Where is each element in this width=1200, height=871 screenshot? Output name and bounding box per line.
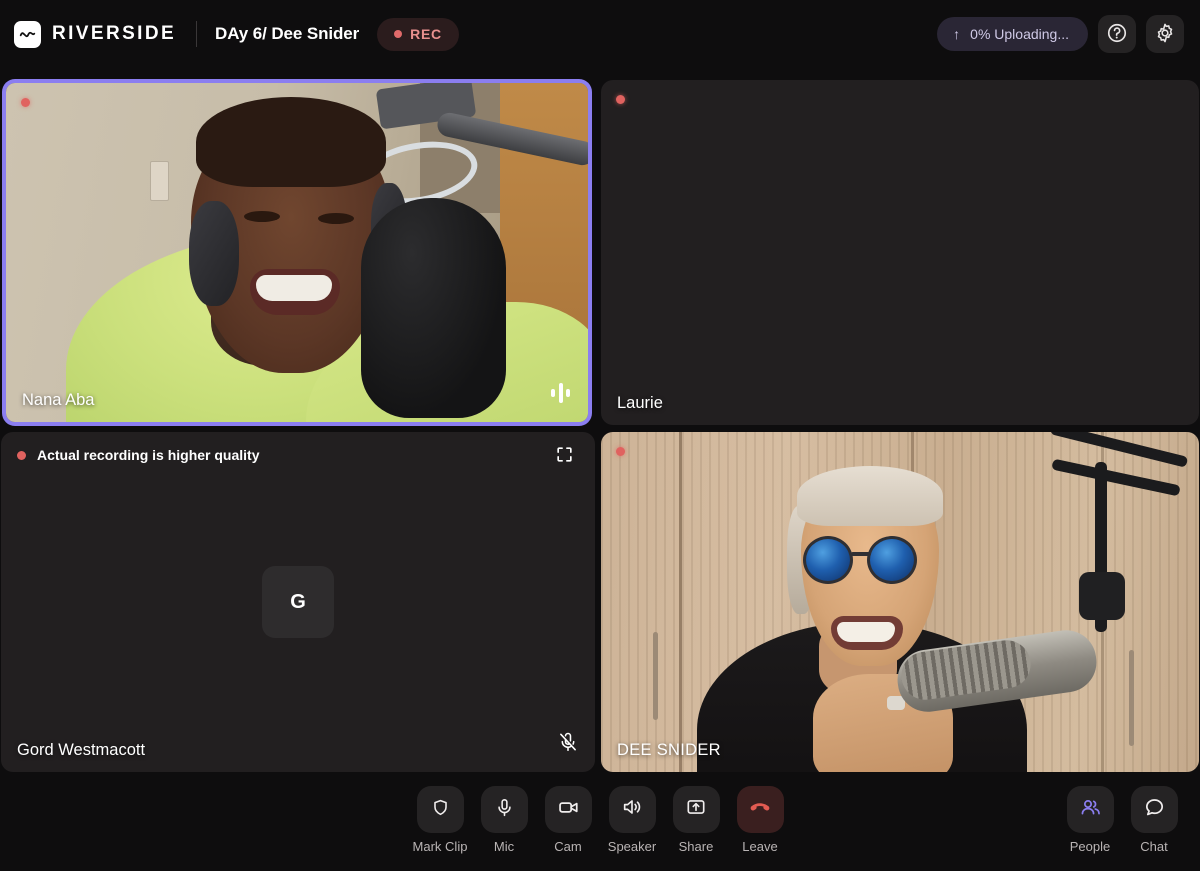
cam-button[interactable]: Cam [540, 786, 596, 854]
people-button[interactable]: People [1062, 786, 1118, 854]
top-bar: RIVERSIDE DAy 6/ Dee Snider REC ↑ 0% Upl… [0, 0, 1200, 68]
top-bar-actions: ↑ 0% Uploading... [937, 15, 1184, 53]
mic-button[interactable]: Mic [476, 786, 532, 854]
recording-status-badge: REC [377, 17, 459, 51]
shield-icon [430, 797, 451, 823]
tile-recording-dot-icon [21, 98, 30, 107]
upload-status-pill[interactable]: ↑ 0% Uploading... [937, 17, 1088, 51]
speaker-button[interactable]: Speaker [604, 786, 660, 854]
settings-button[interactable] [1146, 15, 1184, 53]
chat-bubble-icon [1143, 796, 1166, 824]
fullscreen-expand-icon [555, 445, 574, 469]
participant-tile-laurie[interactable]: Laurie [601, 80, 1199, 425]
avatar: G [262, 566, 334, 638]
tile-recording-dot-icon [616, 95, 625, 104]
control-label: Mic [493, 839, 515, 854]
control-label: Share [678, 839, 714, 854]
tile-recording-dot-icon [17, 450, 26, 460]
help-button[interactable] [1098, 15, 1136, 53]
participant-name-label: Gord Westmacott [17, 741, 146, 759]
recording-quality-text: Actual recording is higher quality [37, 447, 260, 463]
riverside-wave-logo-icon [14, 20, 41, 48]
audio-level-icon [551, 382, 570, 404]
panel-toggles: People Chat [1062, 786, 1182, 854]
bottom-toolbar: Mark Clip Mic Cam Speaker Share Leave Pe… [0, 780, 1200, 871]
mark-clip-button[interactable]: Mark Clip [412, 786, 468, 854]
control-label: Chat [1140, 839, 1168, 854]
control-label: Cam [554, 839, 582, 854]
fullscreen-expand-button[interactable] [551, 444, 577, 470]
video-grid: Nana Aba Laurie Actual recording is high… [0, 68, 1200, 780]
participant-name-label: Nana Aba [22, 391, 95, 409]
recording-dot-icon [394, 30, 403, 38]
control-label: Speaker [607, 839, 657, 854]
video-stream-nana-aba [6, 83, 588, 422]
mic-muted-icon [557, 731, 579, 758]
leave-button[interactable]: Leave [732, 786, 788, 854]
control-label: People [1069, 839, 1111, 854]
brand-logo[interactable]: RIVERSIDE [14, 20, 177, 48]
participant-tile-nana-aba[interactable]: Nana Aba [3, 80, 591, 425]
upload-status-text: 0% Uploading... [970, 26, 1069, 42]
camera-icon [557, 796, 580, 824]
video-stream-dee-snider [601, 432, 1199, 772]
microphone-icon [494, 797, 515, 823]
session-title: DAy 6/ Dee Snider [215, 24, 360, 43]
participant-name-label: DEE SNIDER [617, 741, 721, 759]
participant-name-label: Laurie [617, 394, 663, 412]
help-circle-icon [1106, 22, 1128, 47]
share-screen-icon [685, 796, 707, 823]
participant-tile-dee-snider[interactable]: DEE SNIDER [601, 432, 1199, 772]
chat-button[interactable]: Chat [1126, 786, 1182, 854]
speaker-icon [621, 796, 643, 823]
control-label: Leave [742, 839, 778, 854]
brand-name: RIVERSIDE [52, 23, 177, 44]
hangup-phone-icon [748, 795, 772, 824]
participant-tile-gord-westmacott[interactable]: Actual recording is higher quality G Gor… [1, 432, 595, 772]
upload-arrow-icon: ↑ [953, 26, 961, 42]
control-label: Mark Clip [412, 839, 468, 854]
call-controls: Mark Clip Mic Cam Speaker Share Leave [412, 786, 788, 854]
people-icon [1079, 796, 1102, 824]
recording-quality-note: Actual recording is higher quality [17, 447, 259, 463]
tile-recording-dot-icon [616, 447, 625, 456]
gear-icon [1154, 22, 1176, 47]
recording-label: REC [410, 26, 442, 42]
share-button[interactable]: Share [668, 786, 724, 854]
header-divider [196, 21, 198, 47]
